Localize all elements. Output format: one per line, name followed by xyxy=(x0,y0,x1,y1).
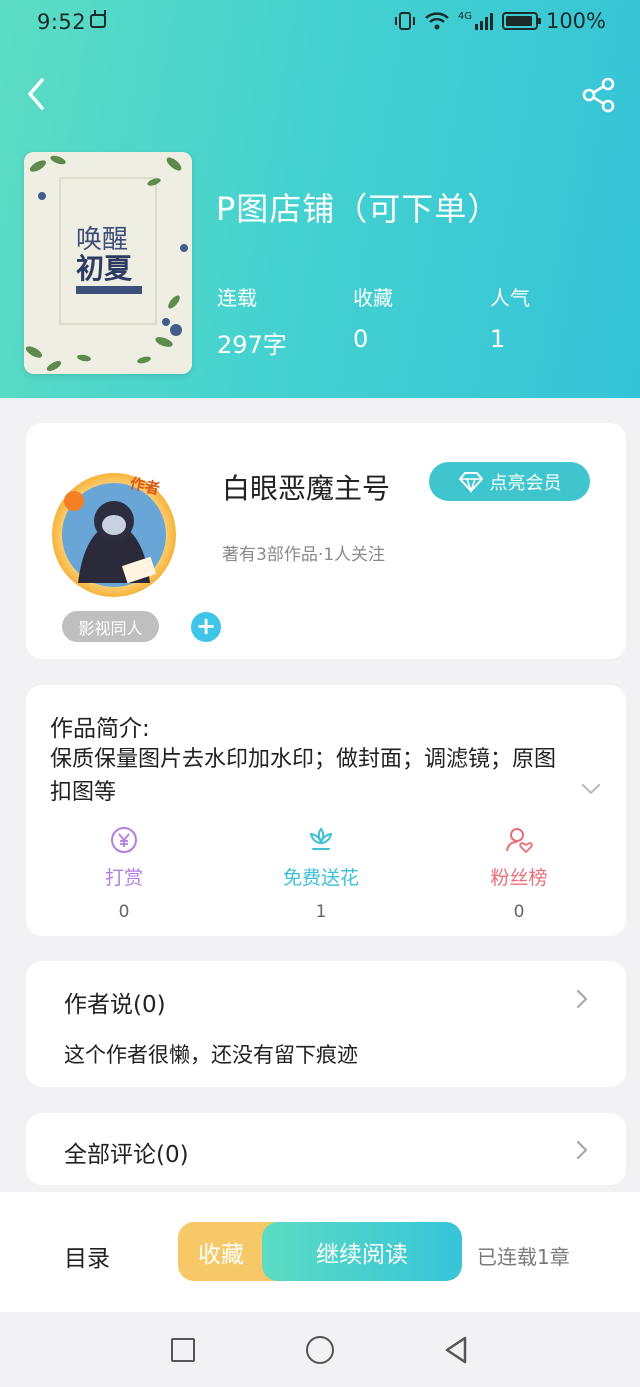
intro-text: 保质保量图片去水印加水印；做封面；调滤镜；原图扣图等 xyxy=(50,747,557,805)
author-says-card[interactable]: 作者说(0) 这个作者很懒，还没有留下痕迹 xyxy=(26,961,626,1087)
share-icon[interactable] xyxy=(580,76,618,114)
diamond-icon xyxy=(458,471,483,493)
book-title: P图店铺（可下单） xyxy=(216,190,501,228)
wifi-icon xyxy=(425,12,449,30)
action-label: 打赏 xyxy=(104,867,143,889)
status-time: 9:52 xyxy=(37,10,87,34)
fan-ranking-button[interactable]: 粉丝榜 0 xyxy=(459,825,579,922)
comments-title: 全部评论(0) xyxy=(64,1142,189,1168)
battery-percent: 100% xyxy=(545,9,606,33)
add-tag-button[interactable]: + xyxy=(191,612,221,642)
network-type: 4G xyxy=(457,10,472,22)
favorite-button-label: 收藏 xyxy=(198,1241,244,1268)
system-nav-bar xyxy=(0,1312,640,1387)
signal-icon xyxy=(474,13,493,30)
battery-icon xyxy=(501,12,541,30)
stat-label: 连载 xyxy=(217,286,257,310)
author-avatar[interactable]: 作者 xyxy=(48,461,186,601)
send-flower-button[interactable]: 免费送花 1 xyxy=(261,825,381,922)
genre-tag[interactable]: 影视同人 xyxy=(62,611,159,642)
cover-title-bottom: 初夏 xyxy=(76,252,133,285)
vip-button[interactable]: 点亮会员 xyxy=(429,462,590,501)
vibrate-icon xyxy=(394,12,415,30)
status-right: 4G 100% xyxy=(394,9,606,33)
author-says-text: 这个作者很懒，还没有留下痕迹 xyxy=(64,1043,358,1067)
serial-chapter-note: 已连载1章 xyxy=(477,1245,570,1269)
bottom-action-bar: 目录 收藏 继续阅读 已连载1章 xyxy=(0,1192,640,1312)
tip-button[interactable]: 打赏 0 xyxy=(64,825,184,922)
home-icon[interactable] xyxy=(306,1336,334,1364)
status-bar: 9:52 4G 100% xyxy=(0,0,640,46)
book-header: 9:52 4G 100% 唤醒 初夏 P图店铺（可下单） 连载 297字 收藏 … xyxy=(0,0,640,398)
comments-card[interactable]: 全部评论(0) xyxy=(26,1113,626,1185)
author-meta: 著有3部作品·1人关注 xyxy=(222,545,386,565)
book-cover-art: 唤醒 初夏 xyxy=(24,152,192,374)
read-button-group: 收藏 继续阅读 xyxy=(178,1222,462,1281)
stat-serial: 连载 297字 xyxy=(217,282,287,360)
stat-value: 1 xyxy=(490,325,506,353)
intro-card: 作品简介: 保质保量图片去水印加水印；做封面；调滤镜；原图扣图等 打赏 0 免费… xyxy=(26,685,626,936)
author-name[interactable]: 白眼恶魔主号 xyxy=(222,467,390,507)
stat-popularity: 人气 1 xyxy=(490,282,530,353)
stat-label: 人气 xyxy=(490,286,530,310)
tv-app-icon xyxy=(90,14,106,28)
author-card: 作者 白眼恶魔主号 点亮会员 著有3部作品·1人关注 影视同人 + xyxy=(26,423,626,659)
book-cover[interactable]: 唤醒 初夏 xyxy=(24,152,192,374)
action-label: 粉丝榜 xyxy=(490,867,548,889)
author-says-title: 作者说(0) xyxy=(64,992,166,1018)
chevron-down-icon[interactable] xyxy=(579,777,603,801)
cover-title-top: 唤醒 xyxy=(76,225,128,255)
stat-label: 收藏 xyxy=(353,286,393,310)
toc-button[interactable]: 目录 xyxy=(64,1239,110,1273)
continue-reading-button[interactable]: 继续阅读 xyxy=(262,1222,462,1281)
recent-apps-icon[interactable] xyxy=(171,1338,195,1362)
nav-back-icon[interactable] xyxy=(441,1334,471,1366)
flower-icon xyxy=(309,827,333,850)
action-label: 免费送花 xyxy=(282,867,359,889)
chevron-right-icon[interactable] xyxy=(572,987,592,1011)
action-count: 0 xyxy=(513,902,525,922)
action-count: 1 xyxy=(315,902,327,922)
yen-coin-icon xyxy=(111,827,137,853)
fan-user-heart-icon xyxy=(506,828,533,854)
stat-value: 297字 xyxy=(217,331,287,359)
stat-value: 0 xyxy=(353,325,369,353)
back-arrow-icon[interactable] xyxy=(20,74,54,114)
stat-favorites: 收藏 0 xyxy=(353,282,393,353)
chevron-right-icon[interactable] xyxy=(572,1138,592,1162)
vip-button-label: 点亮会员 xyxy=(489,472,562,494)
action-count: 0 xyxy=(118,902,130,922)
intro-title: 作品简介: xyxy=(50,716,150,742)
